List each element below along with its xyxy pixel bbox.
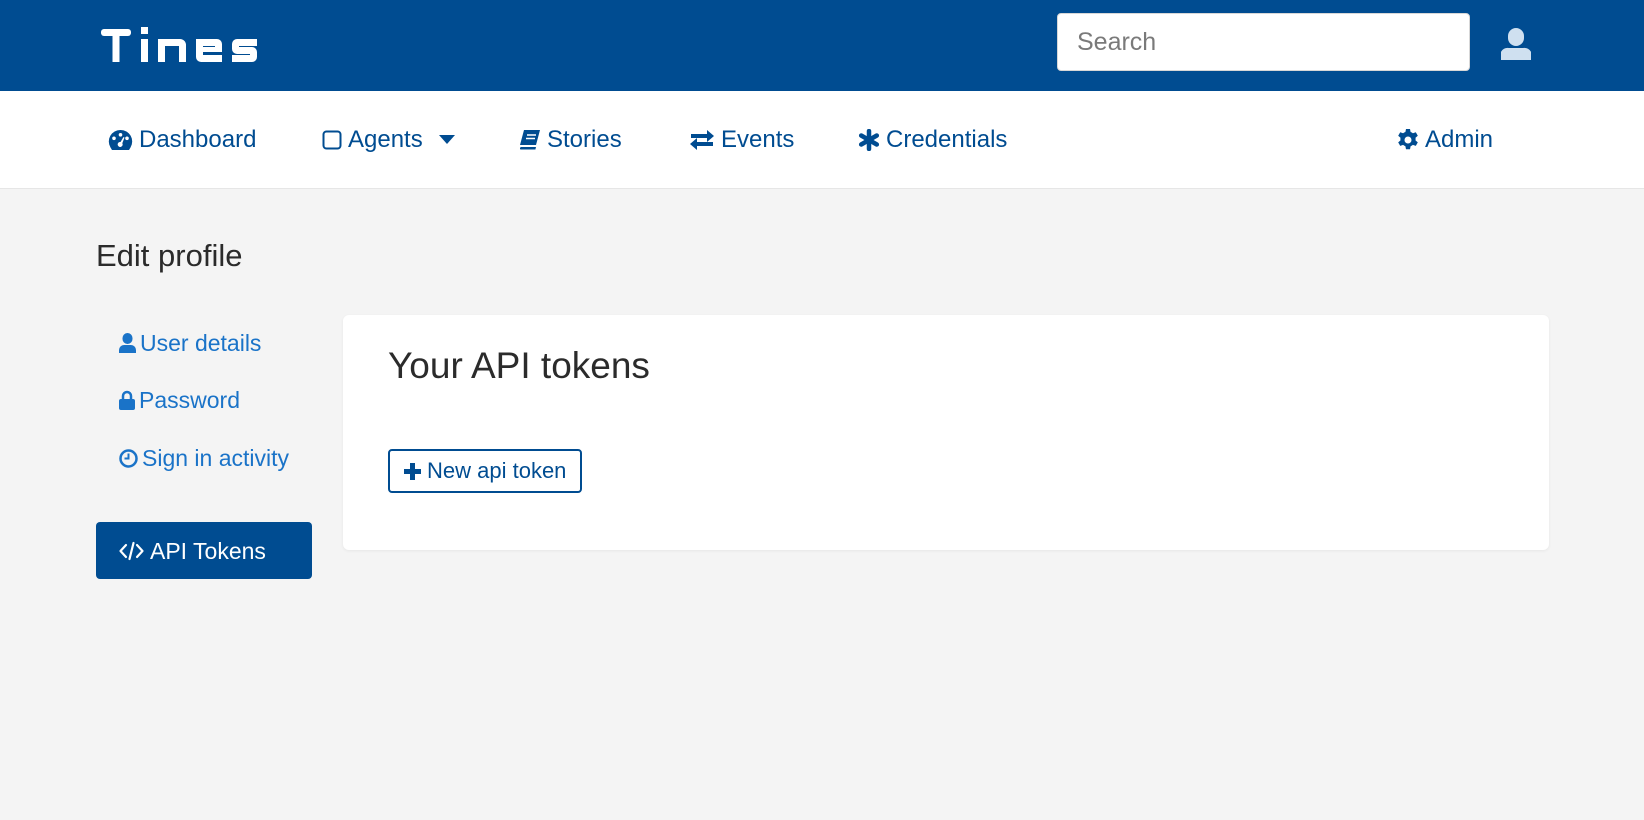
main-nav: Dashboard Agents Stories Events Credenti… bbox=[0, 91, 1644, 189]
clock-icon bbox=[119, 449, 138, 468]
new-api-token-button[interactable]: New api token bbox=[388, 449, 583, 493]
sidebar-item-api-tokens[interactable]: API Tokens bbox=[96, 522, 312, 579]
nav-stories-label: Stories bbox=[547, 126, 622, 153]
nav-admin-label: Admin bbox=[1425, 126, 1494, 153]
nav-dashboard-label: Dashboard bbox=[139, 126, 257, 153]
user-icon bbox=[1499, 28, 1533, 60]
plus-icon bbox=[404, 462, 421, 480]
nav-agents-label: Agents bbox=[348, 126, 423, 153]
nav-agents[interactable]: Agents bbox=[322, 91, 455, 189]
asterisk-icon bbox=[858, 129, 880, 151]
book-icon bbox=[519, 130, 540, 150]
sidebar-item-label: API Tokens bbox=[150, 537, 266, 564]
sidebar-item-label: Sign in activity bbox=[142, 445, 290, 471]
code-icon bbox=[119, 541, 144, 560]
caret-down-icon bbox=[438, 135, 455, 144]
page-title: Edit profile bbox=[96, 238, 243, 273]
api-tokens-card: Your API tokens New api token bbox=[343, 315, 1549, 550]
nav-credentials[interactable]: Credentials bbox=[858, 91, 1007, 189]
sidebar-item-sign-in-activity[interactable]: Sign in activity bbox=[96, 441, 312, 475]
nav-events-label: Events bbox=[721, 126, 795, 153]
square-icon bbox=[322, 130, 342, 150]
logo-wordmark bbox=[101, 27, 257, 62]
sidebar-item-label: Password bbox=[139, 387, 240, 413]
sidebar-item-password[interactable]: Password bbox=[96, 383, 312, 417]
tachometer-icon bbox=[108, 129, 133, 150]
exchange-icon bbox=[690, 130, 714, 150]
sidebar-item-user-details[interactable]: User details bbox=[96, 326, 312, 360]
card-title: Your API tokens bbox=[388, 345, 650, 386]
gear-icon bbox=[1398, 129, 1418, 150]
search-input[interactable] bbox=[1057, 13, 1470, 71]
sidebar-item-label: User details bbox=[140, 330, 262, 356]
nav-dashboard[interactable]: Dashboard bbox=[108, 91, 256, 189]
lock-icon bbox=[119, 390, 135, 410]
nav-stories[interactable]: Stories bbox=[518, 91, 622, 189]
nav-admin[interactable]: Admin bbox=[1397, 91, 1493, 189]
nav-credentials-label: Credentials bbox=[886, 126, 1008, 153]
user-menu-button[interactable] bbox=[1499, 24, 1533, 64]
user-icon bbox=[119, 333, 136, 353]
top-header bbox=[0, 0, 1644, 91]
new-api-token-label: New api token bbox=[427, 458, 567, 483]
nav-events[interactable]: Events bbox=[689, 91, 794, 189]
